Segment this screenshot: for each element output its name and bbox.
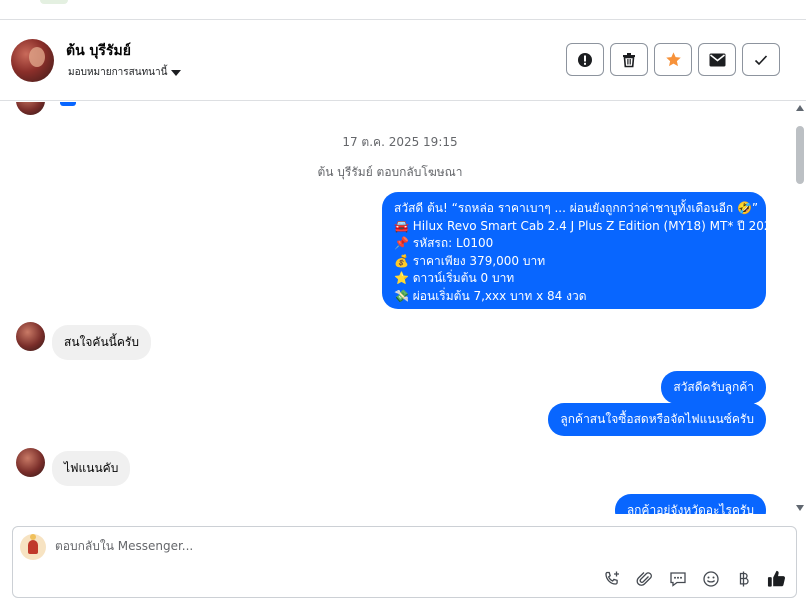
page-avatar	[20, 534, 46, 560]
star-button[interactable]	[654, 43, 692, 76]
mark-unread-button[interactable]	[698, 43, 736, 76]
reply-input[interactable]	[55, 539, 555, 553]
done-button[interactable]	[742, 43, 780, 76]
replied-to-ad-label: ต้น บุรีรัมย์ ตอบกลับโฆษณา	[317, 165, 463, 179]
message-timestamp: 17 ต.ค. 2025 19:15	[342, 135, 458, 149]
envelope-icon	[709, 53, 725, 66]
incoming-message-bubble[interactable]: ไฟแนนคับ	[52, 451, 131, 486]
outgoing-message-bubble[interactable]: ลูกค้าสนใจซื้อสดหรือจัดไฟแนนซ์ครับ	[548, 403, 766, 436]
caret-down-icon	[171, 69, 182, 76]
toolbar-chip	[40, 0, 68, 4]
delete-button[interactable]	[610, 43, 648, 76]
facebook-icon	[60, 102, 76, 106]
message-composer	[12, 526, 797, 598]
ad-line: สวัสดี ต้น! “รถหล่อ ราคาเบาๆ ... ผ่อนยัง…	[394, 201, 759, 215]
scroll-up-arrow-icon[interactable]	[796, 105, 804, 111]
like-icon[interactable]	[767, 569, 786, 588]
contact-avatar[interactable]	[11, 39, 54, 82]
check-icon	[754, 54, 768, 65]
chat-scrollbar[interactable]	[794, 102, 806, 514]
incoming-message-bubble[interactable]: สนใจคันนี้ครับ	[52, 325, 151, 360]
outgoing-message-bubble[interactable]: สวัสดีครับลูกค้า	[661, 371, 766, 404]
contact-name[interactable]: ต้น บุรีรัมย์	[66, 40, 131, 62]
message-thread[interactable]: 17 ต.ค. 2025 19:15 ต้น บุรีรัมย์ ตอบกลับ…	[0, 102, 794, 514]
contact-avatar-small	[16, 448, 45, 477]
assign-conversation-dropdown[interactable]: มอบหมายการสนทนานี้	[68, 65, 182, 80]
saved-replies-icon[interactable]	[668, 569, 687, 588]
outgoing-message-bubble[interactable]: ลูกค้าอยู่จังหวัดอะไรครับ	[614, 494, 766, 514]
top-toolbar-strip	[0, 0, 806, 20]
header-actions	[566, 43, 780, 76]
contact-avatar-small	[16, 322, 45, 351]
scroll-down-arrow-icon[interactable]	[796, 505, 804, 511]
spam-button[interactable]	[566, 43, 604, 76]
attachment-icon[interactable]	[635, 569, 654, 588]
ad-line: 💸 ผ่อนเริ่มต้น 7,xxx บาท x 84 งวด	[394, 288, 587, 303]
trash-icon	[623, 52, 635, 67]
ad-line: ⭐ ดาวน์เริ่มต้น 0 บาท	[394, 271, 515, 285]
composer-tools	[602, 569, 786, 588]
baht-icon[interactable]	[734, 569, 753, 588]
call-plus-icon[interactable]	[602, 569, 621, 588]
conversation-header: ต้น บุรีรัมย์ มอบหมายการสนทนานี้	[0, 21, 806, 101]
ad-line: 💰 ราคาเพียง 379,000 บาท	[394, 253, 546, 268]
ad-line: 🚘 Hilux Revo Smart Cab 2.4 J Plus Z Edit…	[394, 218, 780, 233]
scrollbar-thumb[interactable]	[796, 126, 804, 184]
emoji-icon[interactable]	[701, 569, 720, 588]
ad-message-bubble[interactable]: สวัสดี ต้น! “รถหล่อ ราคาเบาๆ ... ผ่อนยัง…	[382, 192, 780, 309]
contact-avatar-small	[16, 102, 45, 115]
alert-icon	[578, 52, 592, 67]
ad-line: 📌 รหัสรถ: L0100	[394, 236, 494, 250]
star-icon	[665, 52, 681, 67]
assign-label: มอบหมายการสนทนานี้	[68, 67, 168, 78]
